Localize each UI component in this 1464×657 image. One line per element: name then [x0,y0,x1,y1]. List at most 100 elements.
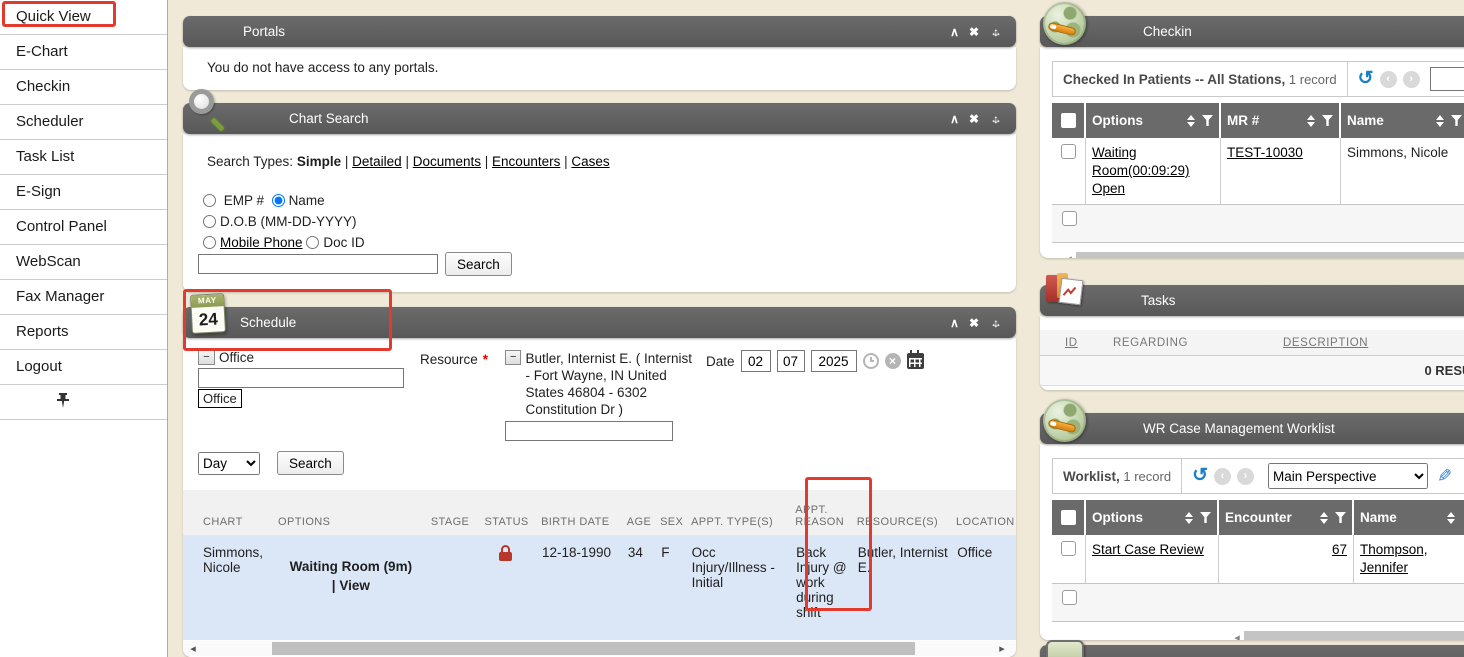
prev-page-icon[interactable]: ‹ [1214,468,1231,485]
search-type-cases[interactable]: Cases [571,154,609,169]
sidebar-item-e-chart[interactable]: E-Chart [0,35,167,70]
office-input[interactable] [198,368,404,388]
worklist-patient-link[interactable]: Thompson, Jennifer [1360,542,1428,575]
sort-icon[interactable] [1436,115,1444,127]
radio-doc-id[interactable]: Doc ID [306,235,364,250]
sidebar-item-control-panel[interactable]: Control Panel [0,210,167,245]
required-asterisk: * [483,352,488,367]
sidebar-item-webscan[interactable]: WebScan [0,245,167,280]
radio-mobile-phone[interactable]: Mobile Phone [203,235,303,250]
sort-icon[interactable] [1447,512,1455,524]
sidebar-item-quick-view[interactable]: Quick View [0,0,167,35]
clear-date-icon[interactable]: × [885,353,901,369]
view-mode-select[interactable]: Day [198,452,260,475]
perspective-select[interactable]: Main Perspective [1268,463,1428,489]
radio-docid-input[interactable] [306,236,319,249]
start-case-review-link[interactable]: Start Case Review [1092,542,1204,557]
sidebar-item-scheduler[interactable]: Scheduler [0,105,167,140]
refresh-icon[interactable]: ↺ [1358,70,1374,88]
move-icon[interactable]: ↔↕ [989,25,1003,39]
scrollbar-thumb[interactable] [1244,631,1464,640]
sort-icon[interactable] [1320,512,1328,524]
waiting-room-link[interactable]: Waiting Room(00:09:29) [1092,145,1190,178]
date-day-input[interactable] [777,350,805,372]
view-link[interactable]: | View [332,578,370,593]
filter-icon[interactable] [1451,115,1462,126]
collapse-icon[interactable]: ∧ [950,316,959,330]
search-type-detailed[interactable]: Detailed [352,154,402,169]
refresh-icon[interactable]: ↺ [1192,467,1208,485]
date-month-input[interactable] [741,350,771,372]
scroll-left-icon[interactable]: ◂ [1062,252,1076,258]
sidebar-item-e-sign[interactable]: E-Sign [0,175,167,210]
scrollbar-thumb[interactable] [1076,252,1464,258]
checkin-page-input[interactable] [1430,67,1464,91]
sort-icon[interactable] [1307,115,1315,127]
sort-icon[interactable] [1187,115,1195,127]
search-type-documents[interactable]: Documents [413,154,481,169]
scroll-left-icon[interactable]: ◂ [1230,631,1244,640]
sidebar-item-checkin[interactable]: Checkin [0,70,167,105]
filter-icon[interactable] [1200,512,1211,523]
open-link[interactable]: Open [1092,181,1125,196]
radio-name[interactable]: Name [272,193,325,208]
chart-search-input[interactable] [198,254,438,274]
filter-icon[interactable] [1322,115,1333,126]
schedule-search-button[interactable]: Search [277,451,344,475]
schedule-horizontal-scrollbar[interactable]: ◂ ▸ [183,641,1016,656]
scroll-right-icon[interactable]: ▸ [992,642,1012,655]
filter-icon[interactable] [1202,115,1213,126]
row-checkbox[interactable] [1061,541,1076,556]
radio-emp-input[interactable] [203,194,216,207]
select-all-checkbox[interactable] [1061,113,1076,128]
select-all-checkbox[interactable] [1061,510,1076,525]
sidebar-item-task-list[interactable]: Task List [0,140,167,175]
next-page-icon[interactable]: › [1237,468,1254,485]
resource-collapse-button[interactable]: − [505,350,521,365]
close-icon[interactable]: ✖ [969,112,979,126]
sort-icon[interactable] [1185,512,1193,524]
collapse-icon[interactable]: ∧ [950,112,959,126]
appointment-row[interactable]: Simmons, Nicole Waiting Room (9m) | View… [183,535,1016,640]
mr-number-link[interactable]: TEST-10030 [1227,145,1303,160]
resource-input[interactable] [505,421,673,441]
radio-dob[interactable]: D.O.B (MM-DD-YYYY) [203,214,357,229]
col-id[interactable]: ID [1065,337,1113,349]
office-collapse-button[interactable]: − [198,350,215,365]
worklist-row[interactable]: Start Case Review 67 Thompson, Jennifer [1052,535,1464,584]
row-checkbox[interactable] [1062,211,1077,226]
row-checkbox[interactable] [1061,144,1076,159]
date-year-input[interactable] [811,350,857,372]
row-checkbox[interactable] [1062,590,1077,605]
sidebar-item-logout[interactable]: Logout [0,350,167,385]
prev-page-icon[interactable]: ‹ [1380,71,1397,88]
sidebar-item-fax-manager[interactable]: Fax Manager [0,280,167,315]
close-icon[interactable]: ✖ [969,25,979,39]
radio-mobile-input[interactable] [203,236,216,249]
scrollbar-thumb[interactable] [272,642,915,655]
clock-icon[interactable] [863,353,879,369]
search-type-simple[interactable]: Simple [297,154,341,169]
date-picker-icon[interactable] [907,353,924,369]
checkin-horizontal-scrollbar[interactable]: ◂ [1062,251,1464,258]
col-description[interactable]: DESCRIPTION [1283,337,1368,349]
checkin-row[interactable]: Waiting Room(00:09:29) Open TEST-10030 S… [1052,138,1464,205]
radio-emp[interactable]: EMP # [203,193,264,208]
encounter-link[interactable]: 67 [1332,542,1347,557]
worklist-horizontal-scrollbar[interactable]: ◂ [1230,630,1464,640]
close-icon[interactable]: ✖ [969,316,979,330]
sidebar-pin-toggle[interactable] [0,385,167,420]
chart-search-button[interactable]: Search [445,252,512,276]
next-page-icon[interactable]: › [1403,71,1420,88]
sidebar-item-reports[interactable]: Reports [0,315,167,350]
radio-dob-input[interactable] [203,215,216,228]
collapse-icon[interactable]: ∧ [950,25,959,39]
move-icon[interactable]: ↔↕ [989,316,1003,330]
search-type-encounters[interactable]: Encounters [492,154,560,169]
edit-pencil-icon[interactable]: ✎ [1437,466,1452,487]
move-icon[interactable]: ↔↕ [989,112,1003,126]
radio-name-input[interactable] [272,194,285,207]
scroll-left-icon[interactable]: ◂ [183,642,203,655]
checkin-empty-row [1052,205,1464,243]
filter-icon[interactable] [1335,512,1346,523]
